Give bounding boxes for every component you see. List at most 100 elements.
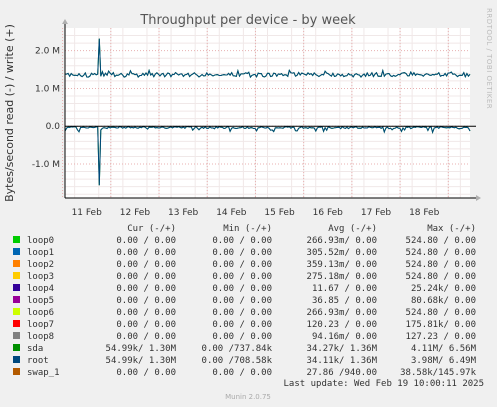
legend-cur-loop0: 0.00 / 0.00 — [116, 236, 176, 246]
x-tick-label: 17 Feb — [361, 208, 392, 218]
legend-cur-loop3: 0.00 / 0.00 — [116, 272, 176, 282]
legend-swatch-loop7 — [13, 320, 20, 327]
legend-min-loop8: 0.00 / 0.00 — [212, 332, 272, 342]
legend-name-swap_1: swap_1 — [27, 368, 60, 378]
legend-name-loop1: loop1 — [27, 248, 54, 258]
y-tick-label: 0.0 — [46, 122, 61, 132]
legend-swatch-loop1 — [13, 248, 20, 255]
x-tick-label: 12 Feb — [120, 208, 151, 218]
y-tick-label: 1.0 M — [35, 84, 60, 94]
legend-name-loop3: loop3 — [27, 272, 54, 282]
legend-swatch-sda — [13, 344, 20, 351]
legend-swatch-swap_1 — [13, 368, 20, 375]
legend-avg-loop1: 305.52m/ 0.00 — [307, 248, 377, 258]
legend-cur-loop8: 0.00 / 0.00 — [116, 332, 176, 342]
legend-max-loop1: 524.80 / 0.00 — [406, 248, 476, 258]
legend-swatch-loop3 — [13, 272, 20, 279]
x-tick-label: 11 Feb — [72, 208, 103, 218]
col-header-cur: Cur (-/+) — [127, 224, 176, 234]
x-tick-label: 15 Feb — [264, 208, 295, 218]
legend-min-swap_1: 0.00 / 0.00 — [212, 368, 272, 378]
x-tick-label: 16 Feb — [313, 208, 344, 218]
x-tick-labels: 11 Feb 12 Feb 13 Feb 14 Feb 15 Feb 16 Feb 17 F… — [72, 208, 440, 218]
legend-avg-loop5: 36.85 / 0.00 — [312, 296, 377, 306]
legend-name-root: root — [27, 356, 49, 366]
legend-cur-loop7: 0.00 / 0.00 — [116, 320, 176, 330]
x-tick-label: 14 Feb — [216, 208, 247, 218]
y-axis-arrow — [62, 19, 68, 24]
legend-avg-loop6: 266.93m/ 0.00 — [307, 308, 377, 318]
legend-cur-loop1: 0.00 / 0.00 — [116, 248, 176, 258]
legend-min-loop2: 0.00 / 0.00 — [212, 260, 272, 270]
y-tick-label: 2.0 M — [35, 47, 60, 57]
legend-max-loop3: 524.80 / 0.00 — [406, 272, 476, 282]
legend-name-loop4: loop4 — [27, 284, 54, 294]
y-axis-label: Bytes/second read (-) / write (+) — [3, 24, 16, 202]
legend-min-sda: 0.00 /737.84k — [202, 344, 273, 354]
legend: loop0 0.00 / 0.00 0.00 / 0.00 266.93m/ 0.00… — [13, 236, 477, 378]
legend-name-loop7: loop7 — [27, 320, 54, 330]
legend-swatch-loop2 — [13, 260, 20, 267]
legend-avg-loop4: 11.67 / 0.00 — [312, 284, 377, 294]
legend-swatch-root — [13, 356, 20, 363]
legend-max-sda: 4.11M/ 6.56M — [411, 344, 477, 354]
legend-avg-sda: 34.27k/ 1.36M — [307, 344, 378, 354]
legend-cur-root: 54.99k/ 1.30M — [106, 356, 177, 366]
x-axis-arrow — [476, 195, 481, 201]
legend-max-loop6: 524.80 / 0.00 — [406, 308, 476, 318]
legend-max-loop4: 25.24k/ 0.00 — [411, 284, 476, 294]
col-header-min: Min (-/+) — [223, 224, 272, 234]
rrdtool-side-label: RRDTOOL / TOBI OETIKER — [485, 8, 493, 109]
legend-name-loop0: loop0 — [27, 236, 54, 246]
legend-cur-loop4: 0.00 / 0.00 — [116, 284, 176, 294]
legend-avg-root: 34.11k/ 1.36M — [307, 356, 378, 366]
legend-avg-loop7: 120.23 / 0.00 — [307, 320, 377, 330]
legend-header: Cur (-/+) Min (-/+) Avg (-/+) Max (-/+) — [127, 224, 476, 234]
legend-cur-swap_1: 0.00 / 0.00 — [116, 368, 176, 378]
legend-name-loop8: loop8 — [27, 332, 54, 342]
legend-avg-loop2: 359.13m/ 0.00 — [307, 260, 377, 270]
legend-avg-loop3: 275.18m/ 0.00 — [307, 272, 377, 282]
legend-min-loop5: 0.00 / 0.00 — [212, 296, 272, 306]
x-tick-label: 18 Feb — [409, 208, 440, 218]
legend-min-loop1: 0.00 / 0.00 — [212, 248, 272, 258]
legend-min-loop0: 0.00 / 0.00 — [212, 236, 272, 246]
legend-avg-loop0: 266.93m/ 0.00 — [307, 236, 377, 246]
legend-cur-loop5: 0.00 / 0.00 — [116, 296, 176, 306]
legend-cur-sda: 54.99k/ 1.30M — [106, 344, 177, 354]
legend-min-loop3: 0.00 / 0.00 — [212, 272, 272, 282]
legend-name-loop5: loop5 — [27, 296, 54, 306]
legend-name-loop6: loop6 — [27, 308, 54, 318]
legend-cur-loop6: 0.00 / 0.00 — [116, 308, 176, 318]
legend-max-loop0: 524.80 / 0.00 — [406, 236, 476, 246]
munin-footer: Munin 2.0.75 — [225, 393, 271, 401]
legend-min-root: 0.00 /708.58k — [202, 356, 273, 366]
y-tick-labels: 2.0 M 1.0 M 0.0 -1.0 M — [32, 47, 60, 170]
legend-swatch-loop4 — [13, 284, 20, 291]
legend-swatch-loop8 — [13, 332, 20, 339]
chart: 2.0 M 1.0 M 0.0 -1.0 M 11 Feb 12 Feb 13 Feb 14… — [3, 8, 493, 401]
legend-min-loop7: 0.00 / 0.00 — [212, 320, 272, 330]
chart-title: Throughput per device - by week — [139, 13, 356, 28]
legend-max-root: 3.98M/ 6.49M — [411, 356, 477, 366]
legend-min-loop4: 0.00 / 0.00 — [212, 284, 272, 294]
legend-min-loop6: 0.00 / 0.00 — [212, 308, 272, 318]
legend-cur-loop2: 0.00 / 0.00 — [116, 260, 176, 270]
last-update: Last update: Wed Feb 19 10:00:11 2025 — [284, 379, 484, 389]
legend-swatch-loop5 — [13, 296, 20, 303]
col-header-avg: Avg (-/+) — [328, 224, 377, 234]
legend-max-loop2: 524.80 / 0.00 — [406, 260, 476, 270]
y-tick-label: -1.0 M — [32, 160, 60, 170]
legend-avg-swap_1: 27.86 /940.00 — [307, 368, 377, 378]
legend-swatch-loop6 — [13, 308, 20, 315]
legend-max-loop7: 175.81k/ 0.00 — [406, 320, 476, 330]
col-header-max: Max (-/+) — [427, 224, 476, 234]
legend-max-loop5: 80.68k/ 0.00 — [411, 296, 476, 306]
legend-swatch-loop0 — [13, 236, 20, 243]
legend-name-sda: sda — [27, 344, 43, 354]
legend-max-loop8: 127.23 / 0.00 — [406, 332, 476, 342]
legend-avg-loop8: 94.16m/ 0.00 — [312, 332, 377, 342]
x-tick-label: 13 Feb — [168, 208, 199, 218]
legend-max-swap_1: 38.58k/145.97k — [400, 368, 476, 378]
legend-name-loop2: loop2 — [27, 260, 54, 270]
